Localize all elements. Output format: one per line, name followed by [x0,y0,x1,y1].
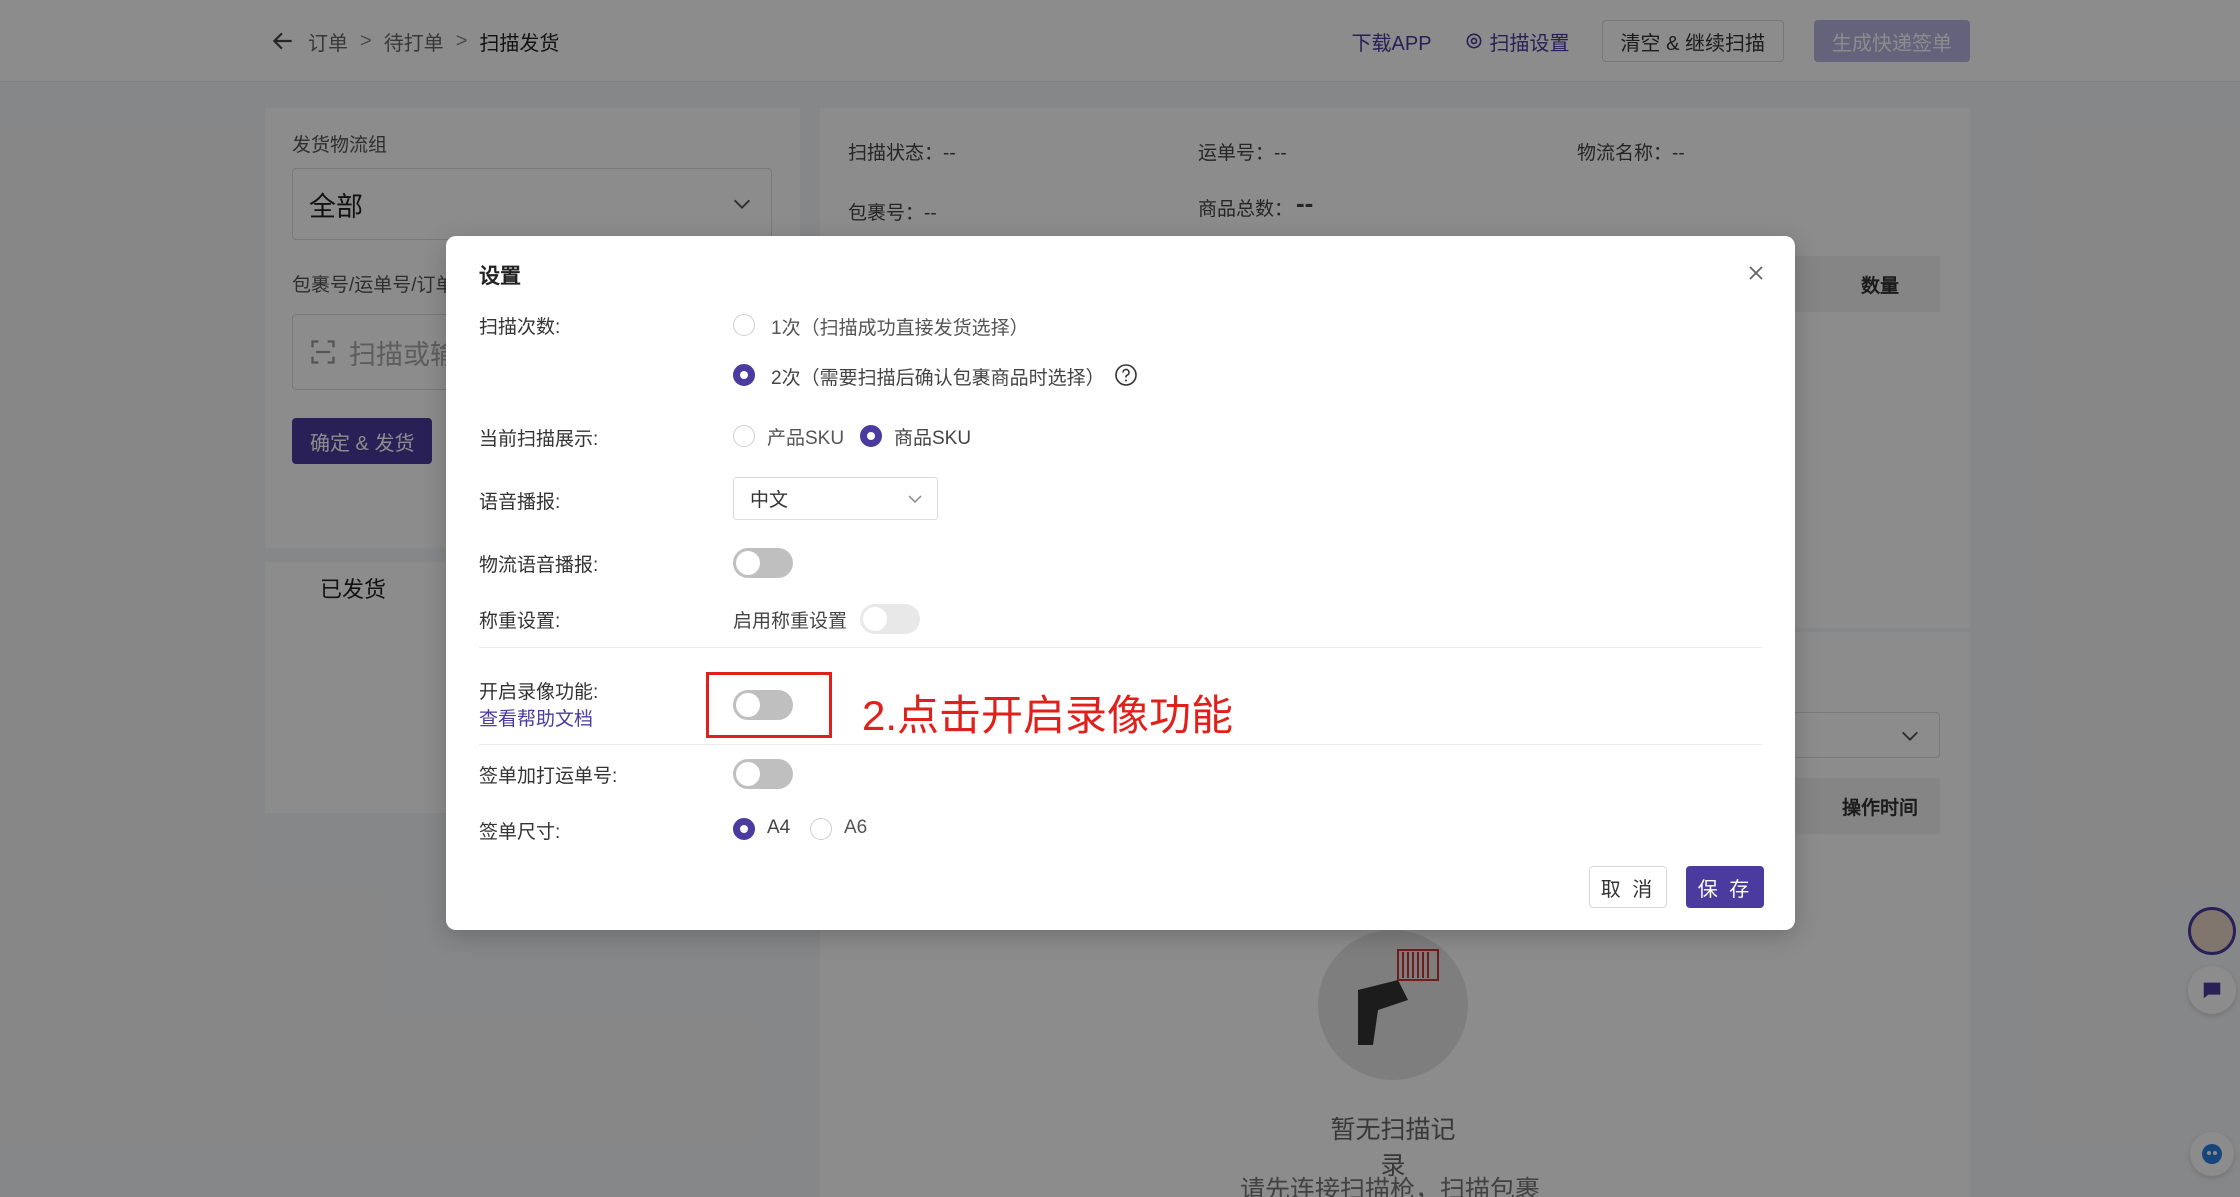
goods-sku-radio[interactable] [860,425,882,447]
label-size-label: 签单尺寸: [479,822,561,843]
voice-label: 语音播报: [479,492,561,513]
help-question-icon[interactable] [1114,363,1138,387]
cancel-button[interactable]: 取 消 [1589,866,1667,908]
divider [479,647,1762,648]
weighing-toggle[interactable] [860,604,920,634]
weighing-label: 称重设置: [479,611,561,632]
size-a6-text[interactable]: A6 [844,817,867,839]
settings-dialog: 设置 扫描次数: 1次（扫描成功直接发货选择） 2次（需要扫描后确认包裹商品时选… [446,236,1795,930]
close-icon[interactable] [1747,264,1765,282]
scan-count-label: 扫描次数: [479,317,561,338]
waybill-print-label: 签单加打运单号: [479,766,618,787]
save-button[interactable]: 保 存 [1686,866,1764,908]
scan-twice-text[interactable]: 2次（需要扫描后确认包裹商品时选择） [771,363,1105,390]
size-a4-radio[interactable] [733,818,755,840]
highlight-box [706,672,832,738]
display-label: 当前扫描展示: [479,429,599,450]
product-sku-radio[interactable] [733,425,755,447]
dialog-title: 设置 [479,265,521,288]
logistics-voice-label: 物流语音播报: [479,555,599,576]
size-a4-text[interactable]: A4 [767,817,790,839]
logistics-voice-toggle[interactable] [733,548,793,578]
annotation-text: 2.点击开启录像功能 [862,692,1234,739]
chevron-down-icon [908,495,922,504]
scan-once-radio[interactable] [733,314,755,336]
weighing-enable-text: 启用称重设置 [733,611,848,632]
waybill-print-toggle[interactable] [733,759,793,789]
product-sku-text[interactable]: 产品SKU [767,423,844,450]
size-a6-radio[interactable] [810,818,832,840]
scan-twice-radio[interactable] [733,364,755,386]
goods-sku-text[interactable]: 商品SKU [894,423,971,450]
recording-label: 开启录像功能: [479,682,599,703]
scan-once-text[interactable]: 1次（扫描成功直接发货选择） [771,313,1029,340]
help-doc-link[interactable]: 查看帮助文档 [479,704,593,731]
voice-language-select[interactable]: 中文 [733,477,938,520]
voice-language-value: 中文 [750,490,789,511]
divider [479,744,1762,745]
